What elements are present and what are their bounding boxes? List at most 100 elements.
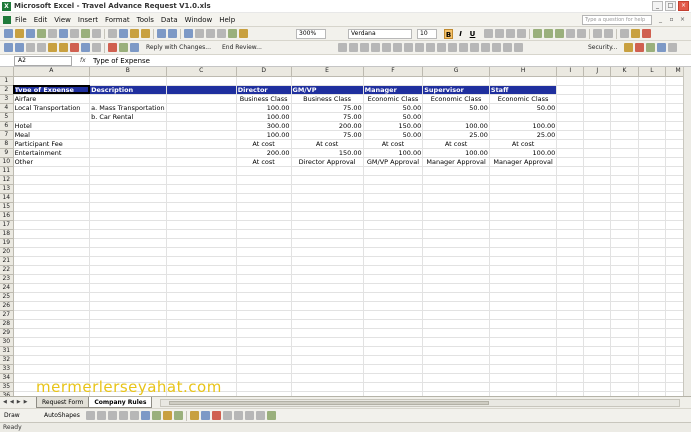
row-header[interactable]: 27 (0, 310, 14, 320)
new-icon[interactable] (4, 29, 13, 38)
cell[interactable] (583, 202, 612, 212)
cell[interactable] (583, 139, 612, 149)
cell[interactable]: 200.00 (291, 121, 364, 131)
fill-color-icon[interactable] (631, 29, 640, 38)
cell[interactable]: 100.00 (236, 103, 292, 113)
cell[interactable] (556, 157, 585, 167)
cell[interactable] (610, 328, 639, 338)
cell[interactable] (638, 364, 667, 374)
cell[interactable] (638, 166, 667, 176)
cell[interactable] (638, 256, 667, 266)
cell[interactable] (422, 229, 490, 239)
cell[interactable] (610, 292, 639, 302)
end-review-button[interactable]: End Review... (222, 43, 262, 53)
row-header[interactable]: 16 (0, 211, 14, 221)
cell[interactable] (236, 76, 292, 86)
italic-button[interactable]: I (456, 29, 465, 39)
cell[interactable] (489, 184, 558, 194)
cell[interactable] (236, 355, 292, 365)
cell[interactable] (556, 337, 585, 347)
cell[interactable] (583, 310, 612, 320)
cell[interactable]: 100.00 (363, 148, 424, 158)
cell[interactable] (638, 157, 667, 167)
cell[interactable] (610, 382, 639, 392)
cell[interactable] (89, 202, 167, 212)
cell[interactable] (291, 247, 364, 257)
cell[interactable] (556, 184, 585, 194)
macro-icon-2[interactable] (635, 43, 644, 52)
cell[interactable] (236, 346, 292, 356)
cell[interactable] (291, 193, 364, 203)
cell[interactable] (489, 193, 558, 203)
cell[interactable] (89, 157, 167, 167)
cell[interactable] (638, 211, 667, 221)
cell[interactable] (583, 382, 612, 392)
spreadsheet-grid[interactable]: ABCDEFGHIJKLM 1 2 Type of Expense Descripti… (0, 67, 691, 396)
cell[interactable] (422, 301, 490, 311)
cell[interactable]: Local Transportation (12, 103, 91, 113)
draw-fill-color-icon[interactable] (190, 411, 199, 420)
cell[interactable]: 50.00 (363, 130, 424, 140)
cell[interactable] (638, 328, 667, 338)
cell[interactable] (89, 76, 167, 86)
cell[interactable] (556, 193, 585, 203)
cell[interactable] (363, 283, 424, 293)
cell[interactable] (610, 166, 639, 176)
cell[interactable] (610, 157, 639, 167)
cell[interactable] (166, 103, 237, 113)
cell[interactable] (363, 355, 424, 365)
cell[interactable] (291, 166, 364, 176)
cell[interactable] (610, 85, 639, 95)
cell[interactable] (89, 211, 167, 221)
cell[interactable] (556, 148, 585, 158)
cell[interactable] (89, 229, 167, 239)
cell[interactable] (638, 112, 667, 122)
cell[interactable] (166, 337, 237, 347)
cell[interactable] (583, 274, 612, 284)
research-icon[interactable] (92, 29, 101, 38)
cell[interactable] (363, 310, 424, 320)
cell[interactable] (422, 373, 490, 383)
drawing-icon[interactable] (239, 29, 248, 38)
cell[interactable] (583, 85, 612, 95)
cell[interactable] (363, 184, 424, 194)
cell[interactable] (166, 328, 237, 338)
cell[interactable] (363, 301, 424, 311)
cell[interactable] (610, 355, 639, 365)
cell[interactable] (166, 319, 237, 329)
cell[interactable] (422, 364, 490, 374)
cell[interactable] (638, 373, 667, 383)
cell[interactable] (291, 382, 364, 392)
form-icon-3[interactable] (360, 43, 369, 52)
cell[interactable] (363, 319, 424, 329)
cell[interactable]: 150.00 (291, 148, 364, 158)
cell[interactable] (291, 301, 364, 311)
cell[interactable] (556, 310, 585, 320)
cell[interactable] (556, 346, 585, 356)
cell[interactable] (583, 184, 612, 194)
last-sheet-icon[interactable]: ▶ (24, 399, 28, 405)
cell[interactable] (291, 328, 364, 338)
cell[interactable] (610, 319, 639, 329)
cell[interactable] (89, 148, 167, 158)
cell[interactable] (13, 274, 91, 284)
cell[interactable] (363, 229, 424, 239)
cell[interactable]: At cost (489, 139, 558, 149)
cell[interactable] (638, 175, 667, 185)
cell[interactable] (610, 211, 639, 221)
cell[interactable] (236, 166, 292, 176)
column-header-e[interactable]: E (291, 67, 364, 77)
review-icon-1[interactable] (4, 43, 13, 52)
cell[interactable] (89, 121, 167, 131)
cell[interactable] (363, 373, 424, 383)
cell[interactable] (583, 130, 612, 140)
cell[interactable]: At cost (422, 139, 490, 149)
cell[interactable] (422, 319, 490, 329)
cell[interactable] (236, 364, 292, 374)
align-center-icon[interactable] (495, 29, 504, 38)
name-box[interactable]: A2 (14, 56, 72, 66)
cell[interactable] (422, 310, 490, 320)
cell[interactable] (13, 184, 91, 194)
cell[interactable] (489, 238, 558, 248)
cell[interactable] (89, 166, 167, 176)
